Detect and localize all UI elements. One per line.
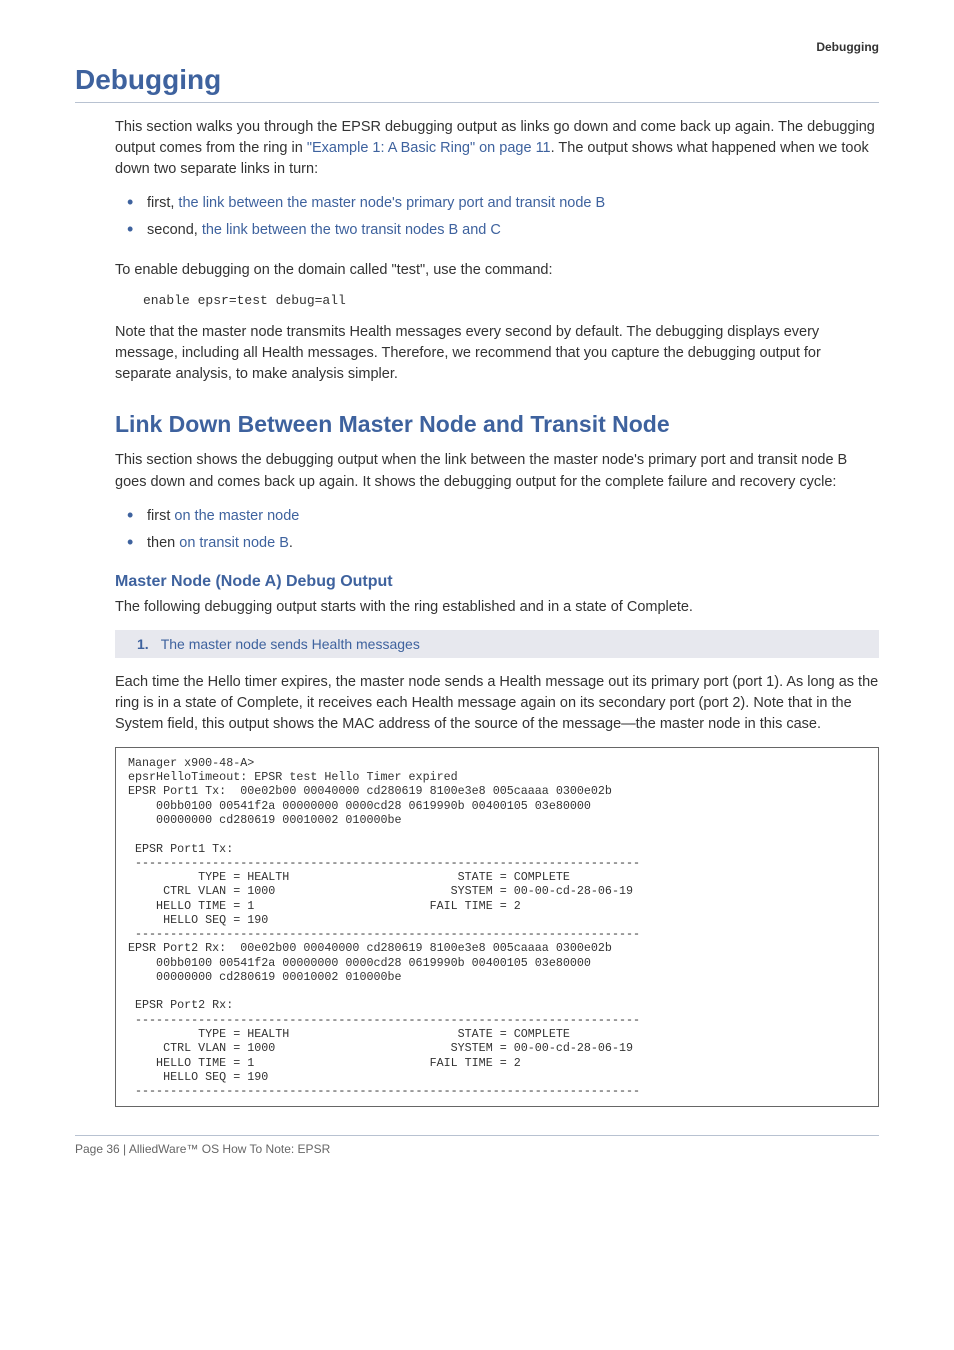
step-para: Each time the Hello timer expires, the m… bbox=[115, 672, 879, 735]
footer-rule bbox=[75, 1135, 879, 1136]
note-para: Note that the master node transmits Heal… bbox=[115, 322, 879, 385]
links-bullet-list-1: first, the link between the master node'… bbox=[127, 192, 879, 242]
link-transit-b-c[interactable]: the link between the two transit nodes B… bbox=[202, 222, 501, 238]
step-text: The master node sends Health messages bbox=[161, 636, 420, 652]
bullet-suffix: . bbox=[289, 535, 293, 551]
bullet-prefix: first, bbox=[147, 195, 178, 211]
h3-master-node-debug: Master Node (Node A) Debug Output bbox=[115, 573, 879, 591]
example-link[interactable]: "Example 1: A Basic Ring" on page 11 bbox=[307, 140, 551, 156]
link-master-node[interactable]: on the master node bbox=[174, 508, 299, 524]
enable-command: enable epsr=test debug=all bbox=[143, 293, 879, 308]
h3-para: The following debugging output starts wi… bbox=[115, 597, 879, 618]
link-master-transit-b[interactable]: the link between the master node's prima… bbox=[178, 195, 605, 211]
link-transit-node-b[interactable]: on transit node B bbox=[179, 535, 289, 551]
links-bullet-list-2: first on the master node then on transit… bbox=[127, 505, 879, 555]
bullet-prefix: second, bbox=[147, 222, 202, 238]
list-item: then on transit node B. bbox=[127, 532, 879, 555]
step-box: 1. The master node sends Health messages bbox=[115, 630, 879, 658]
bullet-prefix: then bbox=[147, 535, 179, 551]
list-item: first on the master node bbox=[127, 505, 879, 528]
debug-output-code: Manager x900-48-A> epsrHelloTimeout: EPS… bbox=[115, 747, 879, 1107]
title-rule bbox=[75, 102, 879, 103]
footer-text: Page 36 | AlliedWare™ OS How To Note: EP… bbox=[75, 1142, 879, 1156]
intro-para-1: This section walks you through the EPSR … bbox=[115, 117, 879, 180]
step-number: 1. bbox=[137, 636, 149, 652]
header-section: Debugging bbox=[75, 40, 879, 54]
list-item: first, the link between the master node'… bbox=[127, 192, 879, 215]
list-item: second, the link between the two transit… bbox=[127, 219, 879, 242]
enable-para: To enable debugging on the domain called… bbox=[115, 260, 879, 281]
h2-link-down: Link Down Between Master Node and Transi… bbox=[115, 411, 879, 438]
bullet-prefix: first bbox=[147, 508, 174, 524]
page-title: Debugging bbox=[75, 64, 879, 100]
h2-para: This section shows the debugging output … bbox=[115, 450, 879, 492]
